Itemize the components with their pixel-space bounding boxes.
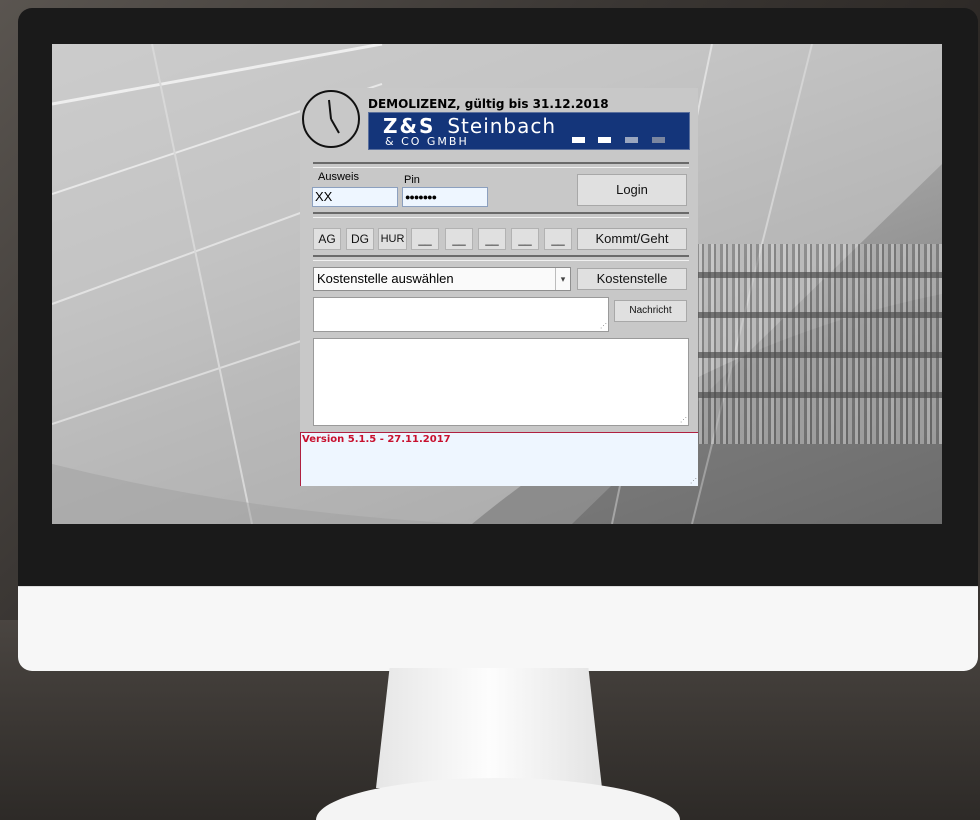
quick-button-ag[interactable]: AG (313, 228, 341, 250)
kommt-geht-button[interactable]: Kommt/Geht (577, 228, 687, 250)
quick-button-empty[interactable]: __ (511, 228, 539, 250)
separator (313, 212, 689, 218)
time-tracking-app: DEMOLIZENZ, gültig bis 31.12.2018 Z&S Ste… (300, 88, 698, 486)
pin-label: Pin (404, 174, 420, 186)
kostenstelle-button[interactable]: Kostenstelle (577, 268, 687, 290)
kostenstelle-select[interactable]: Kostenstelle auswählen ▾ (313, 267, 571, 291)
company-logo: Z&S Steinbach & CO GMBH (368, 112, 690, 150)
resize-grip-icon[interactable]: ⋰ (680, 417, 687, 424)
separator (313, 162, 689, 168)
quick-button-empty[interactable]: __ (411, 228, 439, 250)
logo-square (598, 137, 611, 143)
resize-grip-icon[interactable]: ⋰ (690, 478, 697, 485)
kostenstelle-selected: Kostenstelle auswählen (317, 271, 454, 286)
logo-subtitle: & CO GMBH (385, 135, 469, 148)
shelf-divider (692, 352, 942, 358)
logo-square (572, 137, 585, 143)
monitor-stand (376, 668, 602, 788)
quick-button-dg[interactable]: DG (346, 228, 374, 250)
ausweis-label: Ausweis (318, 171, 359, 183)
clock-icon (302, 90, 360, 148)
logo-square (625, 137, 638, 143)
quick-button-empty[interactable]: __ (445, 228, 473, 250)
logo-square (652, 137, 665, 143)
demo-license-text: DEMOLIZENZ, gültig bis 31.12.2018 (368, 97, 609, 111)
nachricht-button[interactable]: Nachricht (614, 300, 687, 322)
login-button[interactable]: Login (577, 174, 687, 206)
quick-button-hur[interactable]: HUR (378, 228, 407, 250)
version-text: Version 5.1.5 - 27.11.2017 (302, 434, 451, 445)
shelf-divider (692, 312, 942, 318)
shelf-divider (692, 392, 942, 398)
pin-input[interactable]: ●●●●●●● (402, 187, 488, 207)
version-panel: Version 5.1.5 - 27.11.2017 ⋰ (300, 432, 698, 486)
ausweis-input[interactable]: XX (312, 187, 398, 207)
chevron-down-icon[interactable]: ▾ (555, 268, 570, 290)
separator (313, 255, 689, 261)
quick-button-empty[interactable]: __ (544, 228, 572, 250)
monitor-chin (18, 586, 978, 671)
resize-grip-icon[interactable]: ⋰ (600, 323, 607, 330)
quick-button-empty[interactable]: __ (478, 228, 506, 250)
shelf-divider (692, 272, 942, 278)
output-textarea[interactable]: ⋰ (313, 338, 689, 426)
message-input[interactable]: ⋰ (313, 297, 609, 332)
